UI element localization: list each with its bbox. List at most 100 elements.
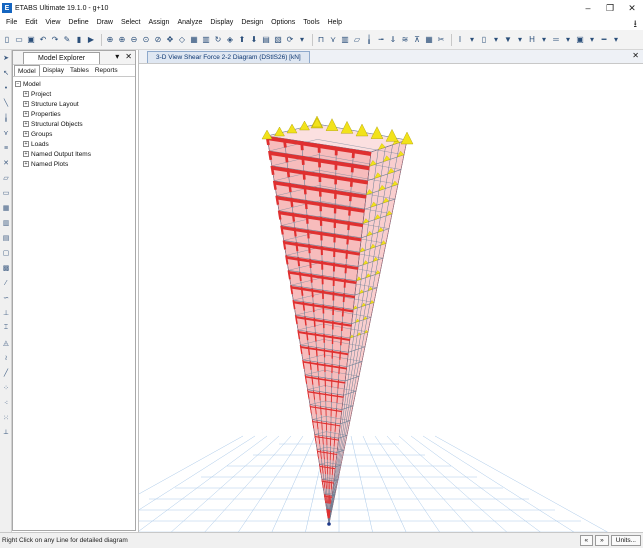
display-options-icon[interactable]: ▧: [273, 34, 283, 46]
dash-icon[interactable]: ━: [599, 34, 609, 46]
draw-line-icon[interactable]: ╱: [1, 368, 11, 378]
3d-view-icon[interactable]: ◇: [177, 34, 187, 46]
lock-icon[interactable]: ▮: [74, 34, 84, 46]
draw-link-icon[interactable]: ⁄: [1, 278, 11, 288]
plan-view-icon[interactable]: ▦: [189, 34, 199, 46]
draw-secondary-beam-icon[interactable]: ≡: [1, 143, 11, 153]
zoom-window-icon[interactable]: ⊕: [105, 34, 115, 46]
snap-points-icon[interactable]: ⁘: [1, 383, 11, 393]
run-analysis-icon[interactable]: ▶: [86, 34, 96, 46]
view-settings-icon[interactable]: ▣: [575, 34, 585, 46]
tree-item-structure-layout[interactable]: + Structure Layout: [15, 99, 133, 109]
units-button[interactable]: Units...: [610, 535, 641, 546]
draw-wall-icon[interactable]: ▥: [1, 218, 11, 228]
menu-help[interactable]: Help: [324, 16, 346, 30]
menu-options[interactable]: Options: [267, 16, 299, 30]
refresh-view-icon[interactable]: ⟳: [285, 34, 295, 46]
menu-define[interactable]: Define: [64, 16, 92, 30]
redo-icon[interactable]: ↷: [50, 34, 60, 46]
save-icon[interactable]: ▣: [26, 34, 36, 46]
expand-icon[interactable]: +: [23, 111, 29, 117]
expand-icon[interactable]: +: [23, 141, 29, 147]
zoom-in-icon[interactable]: ⊕: [117, 34, 127, 46]
menu-design[interactable]: Design: [237, 16, 267, 30]
wall-icon[interactable]: ▥: [340, 34, 350, 46]
quick-draw-wall-icon[interactable]: ▤: [1, 233, 11, 243]
load-icon[interactable]: ⇓: [388, 34, 398, 46]
snap-ends-icon[interactable]: ⁖: [1, 398, 11, 408]
i-beam-icon[interactable]: I: [455, 34, 465, 46]
menu-display[interactable]: Display: [206, 16, 237, 30]
tab-reports[interactable]: Reports: [92, 65, 121, 76]
section-cut-icon[interactable]: ✂: [436, 34, 446, 46]
mesh-icon[interactable]: ▦: [424, 34, 434, 46]
rotate-view-icon[interactable]: ↻: [213, 34, 223, 46]
collapse-icon[interactable]: −: [15, 81, 21, 87]
draw-joint-icon[interactable]: •: [1, 83, 11, 93]
dash-dropdown-icon[interactable]: ▾: [611, 34, 621, 46]
tab-3d-view[interactable]: 3-D View Shear Force 2-2 Diagram (DStlS2…: [147, 50, 310, 63]
menu-draw[interactable]: Draw: [93, 16, 117, 30]
hbeam-dropdown-icon[interactable]: ▾: [539, 34, 549, 46]
tab-tables[interactable]: Tables: [67, 65, 92, 76]
undo-icon[interactable]: ↶: [38, 34, 48, 46]
tree-item-structural-objects[interactable]: + Structural Objects: [15, 119, 133, 129]
tree-item-groups[interactable]: + Groups: [15, 129, 133, 139]
column-icon[interactable]: ╽: [364, 34, 374, 46]
draw-cross-brace-icon[interactable]: ✕: [1, 158, 11, 168]
draw-brace-icon[interactable]: ⋎: [1, 128, 11, 138]
beam-icon[interactable]: ╼: [376, 34, 386, 46]
line-dropdown-icon[interactable]: ▾: [563, 34, 573, 46]
object-shrink-icon[interactable]: ▤: [261, 34, 271, 46]
section-dropdown-icon[interactable]: ▾: [467, 34, 477, 46]
snap-intersections-icon[interactable]: ⁙: [1, 413, 11, 423]
tree-item-named-output-items[interactable]: + Named Output Items: [15, 149, 133, 159]
expand-icon[interactable]: +: [23, 151, 29, 157]
menu-tools[interactable]: Tools: [299, 16, 323, 30]
menu-assign[interactable]: Assign: [144, 16, 173, 30]
frame-section-icon[interactable]: ⊓: [316, 34, 326, 46]
previous-button[interactable]: «: [579, 535, 594, 546]
pencil-icon[interactable]: ✎: [62, 34, 72, 46]
h-beam-icon[interactable]: H: [527, 34, 537, 46]
draw-section-cut-icon[interactable]: ⊥: [1, 308, 11, 318]
expand-icon[interactable]: +: [23, 121, 29, 127]
draw-reference-icon[interactable]: ◬: [1, 338, 11, 348]
draw-opening-icon[interactable]: ▢: [1, 248, 11, 258]
model-3d-canvas[interactable]: [139, 64, 643, 532]
next-button[interactable]: »: [595, 535, 609, 546]
perspective-icon[interactable]: ◈: [225, 34, 235, 46]
zoom-extents-icon[interactable]: ⊙: [141, 34, 151, 46]
dropdown-icon[interactable]: ▾: [297, 34, 307, 46]
tree-item-project[interactable]: + Project: [15, 89, 133, 99]
line-style-icon[interactable]: ═: [551, 34, 561, 46]
zoom-out-icon[interactable]: ⊖: [129, 34, 139, 46]
draw-column-icon[interactable]: ╽: [1, 113, 11, 123]
quick-draw-floor-icon[interactable]: ▦: [1, 203, 11, 213]
slab-icon[interactable]: ▱: [352, 34, 362, 46]
draw-tendon-icon[interactable]: ∽: [1, 293, 11, 303]
elevation-view-icon[interactable]: ▥: [201, 34, 211, 46]
restore-button[interactable]: ❐: [599, 0, 621, 16]
move-up-icon[interactable]: ⬆: [237, 34, 247, 46]
tree-root-model[interactable]: − Model: [15, 79, 133, 89]
expand-icon[interactable]: +: [23, 101, 29, 107]
draw-beam-icon[interactable]: ╲: [1, 98, 11, 108]
menu-select[interactable]: Select: [117, 16, 144, 30]
draw-spring-icon[interactable]: ≀: [1, 353, 11, 363]
model-explorer-title[interactable]: Model Explorer: [23, 51, 101, 64]
new-model-icon[interactable]: ▯: [2, 34, 12, 46]
pin-dropdown-icon[interactable]: ▾: [115, 52, 119, 61]
close-button[interactable]: ✕: [621, 0, 643, 16]
zoom-previous-icon[interactable]: ⊘: [153, 34, 163, 46]
pointer-icon[interactable]: ➤: [1, 53, 11, 63]
snap-perpendicular-icon[interactable]: ⟂: [1, 428, 11, 438]
draw-wall-stack-icon[interactable]: ▩: [1, 263, 11, 273]
close-icon[interactable]: ✕: [125, 52, 132, 61]
tree-item-loads[interactable]: + Loads: [15, 139, 133, 149]
restraint-icon[interactable]: ⊼: [412, 34, 422, 46]
menu-edit[interactable]: Edit: [21, 16, 41, 30]
settings-dropdown-icon[interactable]: ▾: [587, 34, 597, 46]
display-shapes-icon[interactable]: ▯: [479, 34, 489, 46]
open-icon[interactable]: ▭: [14, 34, 24, 46]
